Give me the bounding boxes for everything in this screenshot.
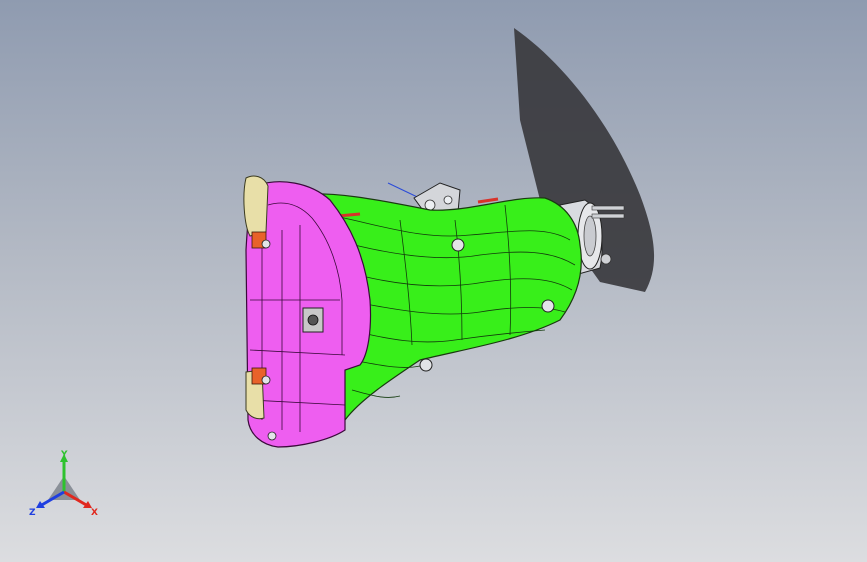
bolt[interactable] [419,358,433,372]
y-axis-label: Y [60,450,68,460]
x-axis-label: X [91,508,98,518]
bolt[interactable] [451,238,465,252]
orientation-triad[interactable]: Y X Z [28,448,100,520]
model-scene[interactable] [0,0,867,562]
cad-viewport[interactable]: Y X Z [0,0,867,562]
z-axis-label: Z [29,508,36,518]
bolt[interactable] [541,299,555,313]
